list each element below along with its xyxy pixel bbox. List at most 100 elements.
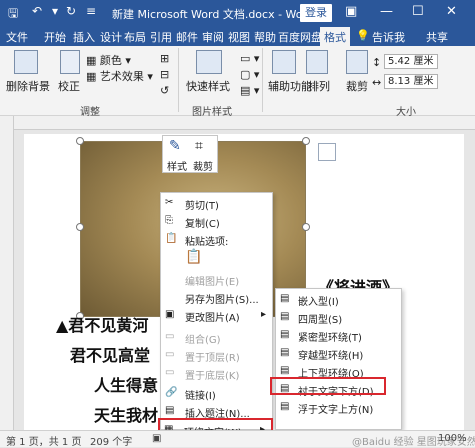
tab-references[interactable]: 引用 [150, 29, 172, 45]
wrap-tight-menu-item[interactable]: 紧密型环绕(T) [298, 329, 362, 344]
horizontal-ruler[interactable] [14, 116, 475, 130]
artistic-effects-button[interactable]: ▦ 艺术效果 ▾ [86, 68, 153, 84]
poem-line: 天生我材 [94, 406, 159, 425]
minimize-icon[interactable]: — [380, 4, 393, 19]
width-field[interactable]: 8.13 厘米 [384, 74, 438, 89]
cut-menu-item[interactable]: 剪切(T) [185, 197, 219, 212]
redo-icon[interactable]: ↻ [66, 4, 76, 18]
resize-handle[interactable] [76, 223, 84, 231]
arrange-button[interactable]: 排列 [308, 78, 330, 94]
tight-icon: ▤ [280, 329, 290, 340]
layout-icon[interactable]: ▤ ▾ [240, 84, 259, 97]
change-picture-ribbon-icon[interactable]: ⊟ [160, 68, 169, 81]
wrap-inline-menu-item[interactable]: 嵌入型(I) [298, 293, 339, 308]
compress-icon[interactable]: ⊞ [160, 52, 169, 65]
arrange-icon [306, 50, 328, 74]
wrap-in-front-menu-item[interactable]: 浮于文字上方(N) [298, 401, 373, 416]
resize-handle[interactable] [302, 137, 310, 145]
layout-options-icon[interactable] [318, 143, 336, 161]
tab-mailings[interactable]: 邮件 [176, 29, 198, 45]
ribbon-options-icon[interactable]: ▣ [345, 4, 357, 19]
tab-review[interactable]: 审阅 [202, 29, 224, 45]
zoom-level[interactable]: 100% [438, 433, 467, 444]
poem-line: 君不见高堂 [70, 346, 151, 365]
poem-line: 人生得意 [94, 376, 159, 395]
close-icon[interactable]: ✕ [446, 4, 457, 19]
wrap-square-menu-item[interactable]: 四周型(S) [298, 311, 342, 326]
poem-line-text: 君不见黄河 [68, 316, 149, 335]
tell-me-input[interactable]: 告诉我 [372, 29, 405, 45]
correct-icon [60, 50, 80, 74]
paste-options-label: 粘贴选项: [185, 237, 229, 248]
scissors-icon: ✂ [165, 197, 174, 208]
poem-line: ▲君不见黄河 [56, 316, 149, 335]
reset-picture-icon[interactable]: ↺ [160, 84, 169, 97]
accessibility-button[interactable]: 辅助功能 [268, 78, 312, 94]
change-picture-menu-item[interactable]: 更改图片(A) [185, 309, 240, 324]
document-title: 新建 Microsoft Word 文档.docx - Word [112, 8, 314, 21]
remove-background-button[interactable]: 删除背景 [6, 78, 50, 94]
maximize-icon[interactable]: ☐ [412, 4, 424, 19]
remove-background-icon [14, 50, 38, 74]
tab-baidu-netdisk[interactable]: 百度网盘 [278, 29, 322, 45]
context-menu: ✂ 剪切(T) ⎘ 复制(C) 📋 粘贴选项: 📋 编辑图片(E) 另存为图片(… [160, 192, 273, 430]
group-divider [178, 48, 179, 112]
tab-view[interactable]: 视图 [228, 29, 250, 45]
mini-crop-button[interactable]: 裁剪 [193, 158, 213, 173]
proofing-icon[interactable]: ▣ [152, 433, 161, 444]
tab-file[interactable]: 文件 [6, 29, 28, 45]
vertical-ruler[interactable] [0, 116, 14, 430]
artistic-effects-label: 艺术效果 [99, 70, 144, 83]
tab-insert[interactable]: 插入 [73, 29, 95, 45]
correct-button[interactable]: 校正 [58, 78, 80, 94]
page-count[interactable]: 第 1 页，共 1 页 [6, 433, 81, 448]
login-button[interactable]: 登录 [300, 4, 332, 22]
height-field[interactable]: 5.42 厘米 [384, 54, 438, 69]
accessibility-icon [272, 50, 296, 74]
group-menu-item: 组合(G) [185, 335, 221, 346]
crop-button[interactable]: 裁剪 [346, 78, 368, 94]
color-button[interactable]: ▦ 颜色 ▾ [86, 52, 131, 68]
crop-icon [346, 50, 368, 74]
paste-keep-icon[interactable]: 📋 [185, 249, 202, 265]
quick-styles-button[interactable]: 快速样式 [186, 78, 230, 94]
word-count[interactable]: 209 个字 [90, 433, 132, 448]
caption-icon: ▤ [165, 405, 175, 416]
resize-handle[interactable] [302, 223, 310, 231]
style-icon[interactable]: ✎ [169, 138, 181, 154]
lightbulb-icon: 💡 [356, 29, 370, 42]
wrap-through-menu-item[interactable]: 穿越型环绕(H) [298, 347, 363, 362]
resize-handle[interactable] [76, 137, 84, 145]
color-label: 颜色 [99, 54, 122, 67]
customize-icon[interactable]: ≡ [86, 4, 96, 18]
tab-design[interactable]: 设计 [100, 29, 122, 45]
group-divider [262, 48, 263, 112]
link-menu-item[interactable]: 链接(I) [185, 387, 216, 402]
width-icon: ↔ [372, 76, 382, 89]
quick-styles-icon [196, 50, 222, 74]
title-bar: 🖫 ↶ ▾ ↻ ≡ 新建 Microsoft Word 文档.docx - Wo… [0, 0, 475, 26]
status-bar: 第 1 页，共 1 页 209 个字 ▣ @Baidu 经验 星图玩家安然 10… [0, 430, 475, 448]
copy-menu-item[interactable]: 复制(C) [185, 215, 220, 230]
wrap-text-submenu: ▤ 嵌入型(I) ▤ 四周型(S) ▤ 紧密型环绕(T) ▤ 穿越型环绕(H) … [275, 288, 402, 430]
effects-icon[interactable]: ▢ ▾ [240, 68, 259, 81]
through-icon: ▤ [280, 347, 290, 358]
in-front-icon: ▤ [280, 401, 290, 412]
send-to-back-menu-item: 置于底层(K) [185, 371, 240, 382]
tab-home[interactable]: 开始 [44, 29, 66, 45]
border-icon[interactable]: ▭ ▾ [240, 52, 259, 65]
tab-format[interactable]: 格式 [320, 27, 350, 46]
undo-icon[interactable]: ↶ [32, 4, 42, 18]
group-icon: ▭ [165, 331, 175, 342]
highlight-box [270, 377, 386, 395]
tab-help[interactable]: 帮助 [254, 29, 276, 45]
dropdown-icon[interactable]: ▾ [52, 4, 58, 18]
mini-style-button[interactable]: 样式 [167, 158, 187, 173]
bring-front-icon: ▭ [165, 349, 175, 360]
save-as-picture-menu-item[interactable]: 另存为图片(S)... [185, 291, 259, 306]
crop-mini-icon[interactable]: ⌗ [195, 138, 203, 154]
save-icon[interactable]: 🖫 [8, 4, 18, 25]
share-button[interactable]: 共享 [426, 29, 448, 45]
tab-layout[interactable]: 布局 [124, 29, 146, 45]
square-icon: ▤ [280, 311, 290, 322]
